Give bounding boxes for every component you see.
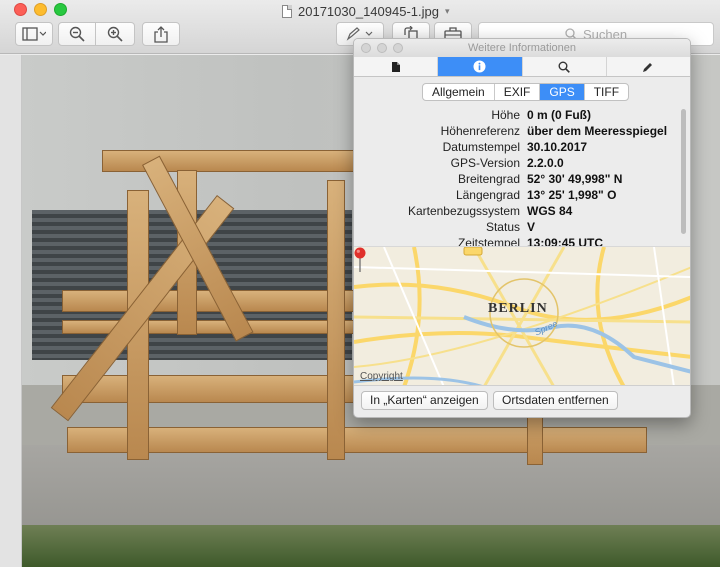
property-row: Höhe 0 m (0 Fuß) xyxy=(354,107,676,123)
pencil-icon xyxy=(643,62,653,72)
property-row: Kartenbezugssystem WGS 84 xyxy=(354,203,676,219)
inspector-panel: Weitere Informationen Allgemein EXIF GPS… xyxy=(353,38,691,418)
inspector-title: Weitere Informationen xyxy=(354,39,690,57)
properties-scrollbar[interactable] xyxy=(681,109,686,234)
window-title[interactable]: 20171030_140945-1.jpg ▾ xyxy=(282,3,450,19)
share-button[interactable] xyxy=(142,22,180,46)
metadata-segmented-control: Allgemein EXIF GPS TIFF xyxy=(422,83,630,101)
property-row: Status V xyxy=(354,219,676,235)
map-copyright-link[interactable]: Copyright xyxy=(360,371,403,382)
property-value: 2.2.0.0 xyxy=(527,156,564,170)
minimize-window-button[interactable] xyxy=(34,3,47,16)
zoom-window-button[interactable] xyxy=(54,3,67,16)
property-value: WGS 84 xyxy=(527,204,573,218)
sidebar-icon xyxy=(22,27,46,41)
segment-gps[interactable]: GPS xyxy=(540,84,585,100)
inspector-minimize-button[interactable] xyxy=(377,43,387,53)
property-row: Datumstempel 30.10.2017 xyxy=(354,139,676,155)
photo-plank xyxy=(67,427,647,453)
property-key: Höhenreferenz xyxy=(440,124,520,138)
tab-keywords[interactable] xyxy=(523,57,607,76)
zoom-out-button[interactable] xyxy=(58,22,96,46)
photo-grass xyxy=(22,525,720,567)
property-key: Datumstempel xyxy=(442,140,520,154)
property-value: 52° 30' 49,998" N xyxy=(527,172,623,186)
map-pin-icon xyxy=(354,247,366,272)
sidebar-button[interactable] xyxy=(15,22,53,46)
segment-tiff[interactable]: TIFF xyxy=(585,84,628,100)
document-proxy-icon[interactable] xyxy=(282,4,292,18)
show-in-maps-button[interactable]: In „Karten“ anzeigen xyxy=(361,391,488,410)
property-key: Längengrad xyxy=(455,188,520,202)
document-icon xyxy=(391,61,400,72)
property-value: 13° 25' 1,998" O xyxy=(527,188,617,202)
property-row: Höhenreferenz über dem Meeresspiegel xyxy=(354,123,676,139)
segment-exif[interactable]: EXIF xyxy=(495,84,541,100)
property-value: 0 m (0 Fuß) xyxy=(527,108,592,122)
zoom-in-icon xyxy=(107,26,123,42)
property-key: GPS-Version xyxy=(450,156,520,170)
photo-plank xyxy=(327,180,345,460)
property-value: V xyxy=(527,220,536,234)
info-icon xyxy=(473,60,486,73)
property-value: 30.10.2017 xyxy=(527,140,588,154)
close-window-button[interactable] xyxy=(14,3,27,16)
magnifier-icon xyxy=(558,61,570,73)
window-title-text: 20171030_140945-1.jpg xyxy=(298,3,439,19)
tab-document[interactable] xyxy=(354,57,439,76)
tab-annotations[interactable] xyxy=(607,57,690,76)
property-key: Kartenbezugssystem xyxy=(407,204,520,218)
inspector-zoom-button[interactable] xyxy=(393,43,403,53)
gps-properties-list: Höhe 0 m (0 Fuß) Höhenreferenz über dem Me… xyxy=(354,107,676,247)
chevron-down-icon[interactable]: ▾ xyxy=(445,6,450,17)
tab-info[interactable] xyxy=(438,57,523,76)
share-icon xyxy=(154,25,168,43)
preview-window: 20171030_140945-1.jpg ▾ Suchen Weitere I… xyxy=(0,0,720,567)
map-city-label: BERLIN xyxy=(488,301,548,316)
property-key: Status xyxy=(485,220,520,234)
property-key: Höhe xyxy=(491,108,520,122)
property-row: Längengrad 13° 25' 1,998" O xyxy=(354,187,676,203)
property-value: über dem Meeresspiegel xyxy=(527,124,668,138)
zoom-in-button[interactable] xyxy=(96,22,135,46)
property-row: GPS-Version 2.2.0.0 xyxy=(354,155,676,171)
zoom-out-icon xyxy=(69,26,85,42)
location-map[interactable]: BERLIN Spree Copyright xyxy=(354,246,690,386)
photo-plank xyxy=(62,320,362,334)
photo-plank xyxy=(102,150,362,172)
remove-location-button[interactable]: Ortsdaten entfernen xyxy=(493,391,618,410)
sidebar-gutter xyxy=(0,55,22,567)
inspector-close-button[interactable] xyxy=(361,43,371,53)
property-key: Breitengrad xyxy=(457,172,520,186)
inspector-tabs xyxy=(354,57,690,77)
property-row: Breitengrad 52° 30' 49,998" N xyxy=(354,171,676,187)
segment-general[interactable]: Allgemein xyxy=(423,84,495,100)
